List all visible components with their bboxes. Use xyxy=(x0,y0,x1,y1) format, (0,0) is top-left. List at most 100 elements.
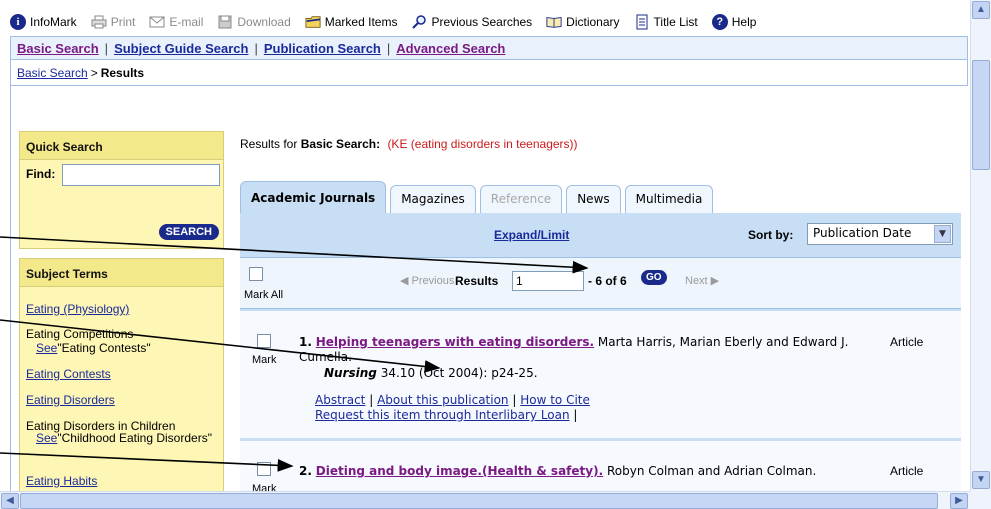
advanced-search-link[interactable]: Advanced Search xyxy=(396,41,505,56)
horizontal-scroll-thumb[interactable] xyxy=(20,493,938,509)
record-doctype: Article xyxy=(890,464,924,478)
vertical-scrollbar[interactable]: ▲ ▼ xyxy=(970,0,991,491)
see-link[interactable]: See xyxy=(36,431,57,445)
mark-checkbox[interactable] xyxy=(257,462,271,476)
vertical-scroll-thumb[interactable] xyxy=(972,60,990,170)
breadcrumb: Basic Search > Results xyxy=(10,60,968,86)
next-link: Next ▶ xyxy=(685,275,720,287)
subject-term-item[interactable]: Eating (Physiology) xyxy=(26,302,129,316)
toolbar-title-list[interactable]: Title List xyxy=(634,14,698,30)
results-search-type: Basic Search: xyxy=(300,137,381,151)
toolbar-label: Help xyxy=(731,15,757,29)
folder-icon xyxy=(305,14,321,30)
results-start-input[interactable]: 1 xyxy=(512,271,584,291)
disk-icon xyxy=(217,14,233,30)
toolbar-label: Marked Items xyxy=(324,15,398,29)
publication-search-link[interactable]: Publication Search xyxy=(264,41,381,56)
subject-term-item[interactable]: Eating Disorders xyxy=(26,393,115,407)
record-authors: Robyn Colman and Adrian Colman. xyxy=(603,464,817,478)
find-label: Find: xyxy=(26,167,56,181)
abstract-link[interactable]: Abstract xyxy=(315,393,365,407)
scroll-up-icon[interactable]: ▲ xyxy=(972,1,990,19)
subject-term-link[interactable]: Eating Habits xyxy=(26,474,97,488)
about-publication-link[interactable]: About this publication xyxy=(377,393,508,407)
mark-all-checkbox[interactable] xyxy=(249,267,263,281)
quick-search-title: Quick Search xyxy=(20,132,223,160)
toolbar-dictionary[interactable]: Dictionary xyxy=(546,14,620,30)
nav-separator: | xyxy=(104,40,109,56)
interlibrary-loan-link[interactable]: Request this item through Interlibary Lo… xyxy=(315,408,570,422)
toolbar-download[interactable]: Download xyxy=(217,14,291,30)
subject-terms-box: Subject Terms Eating (Physiology) Eating… xyxy=(19,258,224,498)
results-label: Results xyxy=(455,274,499,288)
breadcrumb-current: Results xyxy=(100,65,145,80)
toolbar-infomark[interactable]: i InfoMark xyxy=(10,14,77,30)
results-panel: Expand/Limit Sort by: Publication Date ▼… xyxy=(240,213,961,503)
scroll-left-icon[interactable]: ◀ xyxy=(1,493,19,509)
mark-checkbox[interactable] xyxy=(257,334,271,348)
tab-academic-journals[interactable]: Academic Journals xyxy=(240,181,387,213)
see-reference: See"Eating Contests" xyxy=(36,341,151,355)
chevron-down-icon[interactable]: ▼ xyxy=(934,225,951,243)
mark-all-label: Mark All xyxy=(244,289,284,301)
results-navigation-bar: Mark All ◀ Previous Results 1 - 6 of 6 G… xyxy=(240,257,961,309)
scroll-down-icon[interactable]: ▼ xyxy=(972,471,990,489)
record-links: Abstract | About this publication | How … xyxy=(315,393,590,423)
magnifier-icon xyxy=(411,14,427,30)
book-icon xyxy=(546,14,562,30)
nav-separator: | xyxy=(254,40,258,56)
result-record: Mark 1. Helping teenagers with eating di… xyxy=(240,311,961,439)
results-prefix: Results for xyxy=(240,137,298,151)
subject-term-item[interactable]: Eating Contests xyxy=(26,367,111,381)
results-query: (KE (eating disorders in teenagers)) xyxy=(387,137,578,151)
sort-by-select[interactable]: Publication Date ▼ xyxy=(807,223,953,245)
sort-by-value: Publication Date xyxy=(813,226,912,240)
see-target: "Eating Contests" xyxy=(57,341,151,355)
how-to-cite-link[interactable]: How to Cite xyxy=(520,393,590,407)
quick-search-button[interactable]: SEARCH xyxy=(158,224,219,240)
toolbar-previous-searches[interactable]: Previous Searches xyxy=(411,14,532,30)
horizontal-scrollbar[interactable]: ◀ ▶ xyxy=(0,491,970,509)
help-icon: ? xyxy=(711,14,728,30)
toolbar-email[interactable]: E-mail xyxy=(149,14,203,30)
subject-term-item[interactable]: Eating Habits xyxy=(26,474,97,488)
toolbar-label: Previous Searches xyxy=(431,15,533,29)
subject-term-link[interactable]: Eating Contests xyxy=(26,367,111,381)
subject-guide-search-link[interactable]: Subject Guide Search xyxy=(114,41,248,56)
sort-by-label: Sort by: xyxy=(748,228,794,242)
record-title-link[interactable]: Dieting and body image.(Health & safety)… xyxy=(316,464,603,478)
subject-term-item: Eating Competitions xyxy=(26,327,133,341)
expand-limit-link[interactable]: Expand/Limit xyxy=(494,228,569,242)
toolbar-marked-items[interactable]: Marked Items xyxy=(305,14,398,30)
toolbar-label: Dictionary xyxy=(566,15,620,29)
envelope-icon xyxy=(149,14,165,30)
tab-multimedia[interactable]: Multimedia xyxy=(624,185,714,213)
subject-term-link[interactable]: Eating (Physiology) xyxy=(26,302,129,316)
go-button[interactable]: GO xyxy=(641,270,667,285)
see-link[interactable]: See xyxy=(36,341,57,355)
see-target: "Childhood Eating Disorders" xyxy=(57,431,212,445)
subject-term-text: Eating Competitions xyxy=(26,327,134,341)
breadcrumb-basic-search-link[interactable]: Basic Search xyxy=(17,66,88,80)
tab-magazines[interactable]: Magazines xyxy=(390,185,476,213)
tab-news[interactable]: News xyxy=(566,185,621,213)
toolbar-help[interactable]: ? Help xyxy=(711,14,757,30)
link-separator: | xyxy=(573,408,578,422)
content-type-tabs: Academic Journals Magazines Reference Ne… xyxy=(240,181,717,213)
nav-separator: | xyxy=(386,40,391,56)
mark-label: Mark xyxy=(252,354,277,366)
scroll-right-icon[interactable]: ▶ xyxy=(950,493,968,509)
record-title-link[interactable]: Helping teenagers with eating disorders. xyxy=(316,335,594,349)
record-title-line: 1. Helping teenagers with eating disorde… xyxy=(299,335,859,365)
quick-search-input[interactable] xyxy=(62,164,220,186)
see-reference: See"Childhood Eating Disorders" xyxy=(36,432,221,444)
scrollbar-corner xyxy=(970,491,991,509)
toolbar-print[interactable]: Print xyxy=(91,14,136,30)
tab-reference: Reference xyxy=(479,185,563,213)
subject-term-link[interactable]: Eating Disorders xyxy=(26,393,115,407)
subject-terms-title: Subject Terms xyxy=(20,259,223,287)
basic-search-link[interactable]: Basic Search xyxy=(17,41,99,56)
toolbar-label: Print xyxy=(110,15,136,29)
record-source: Nursing 34.10 (Oct 2004): p24-25. xyxy=(324,366,538,380)
record-number: 1. xyxy=(299,335,312,349)
